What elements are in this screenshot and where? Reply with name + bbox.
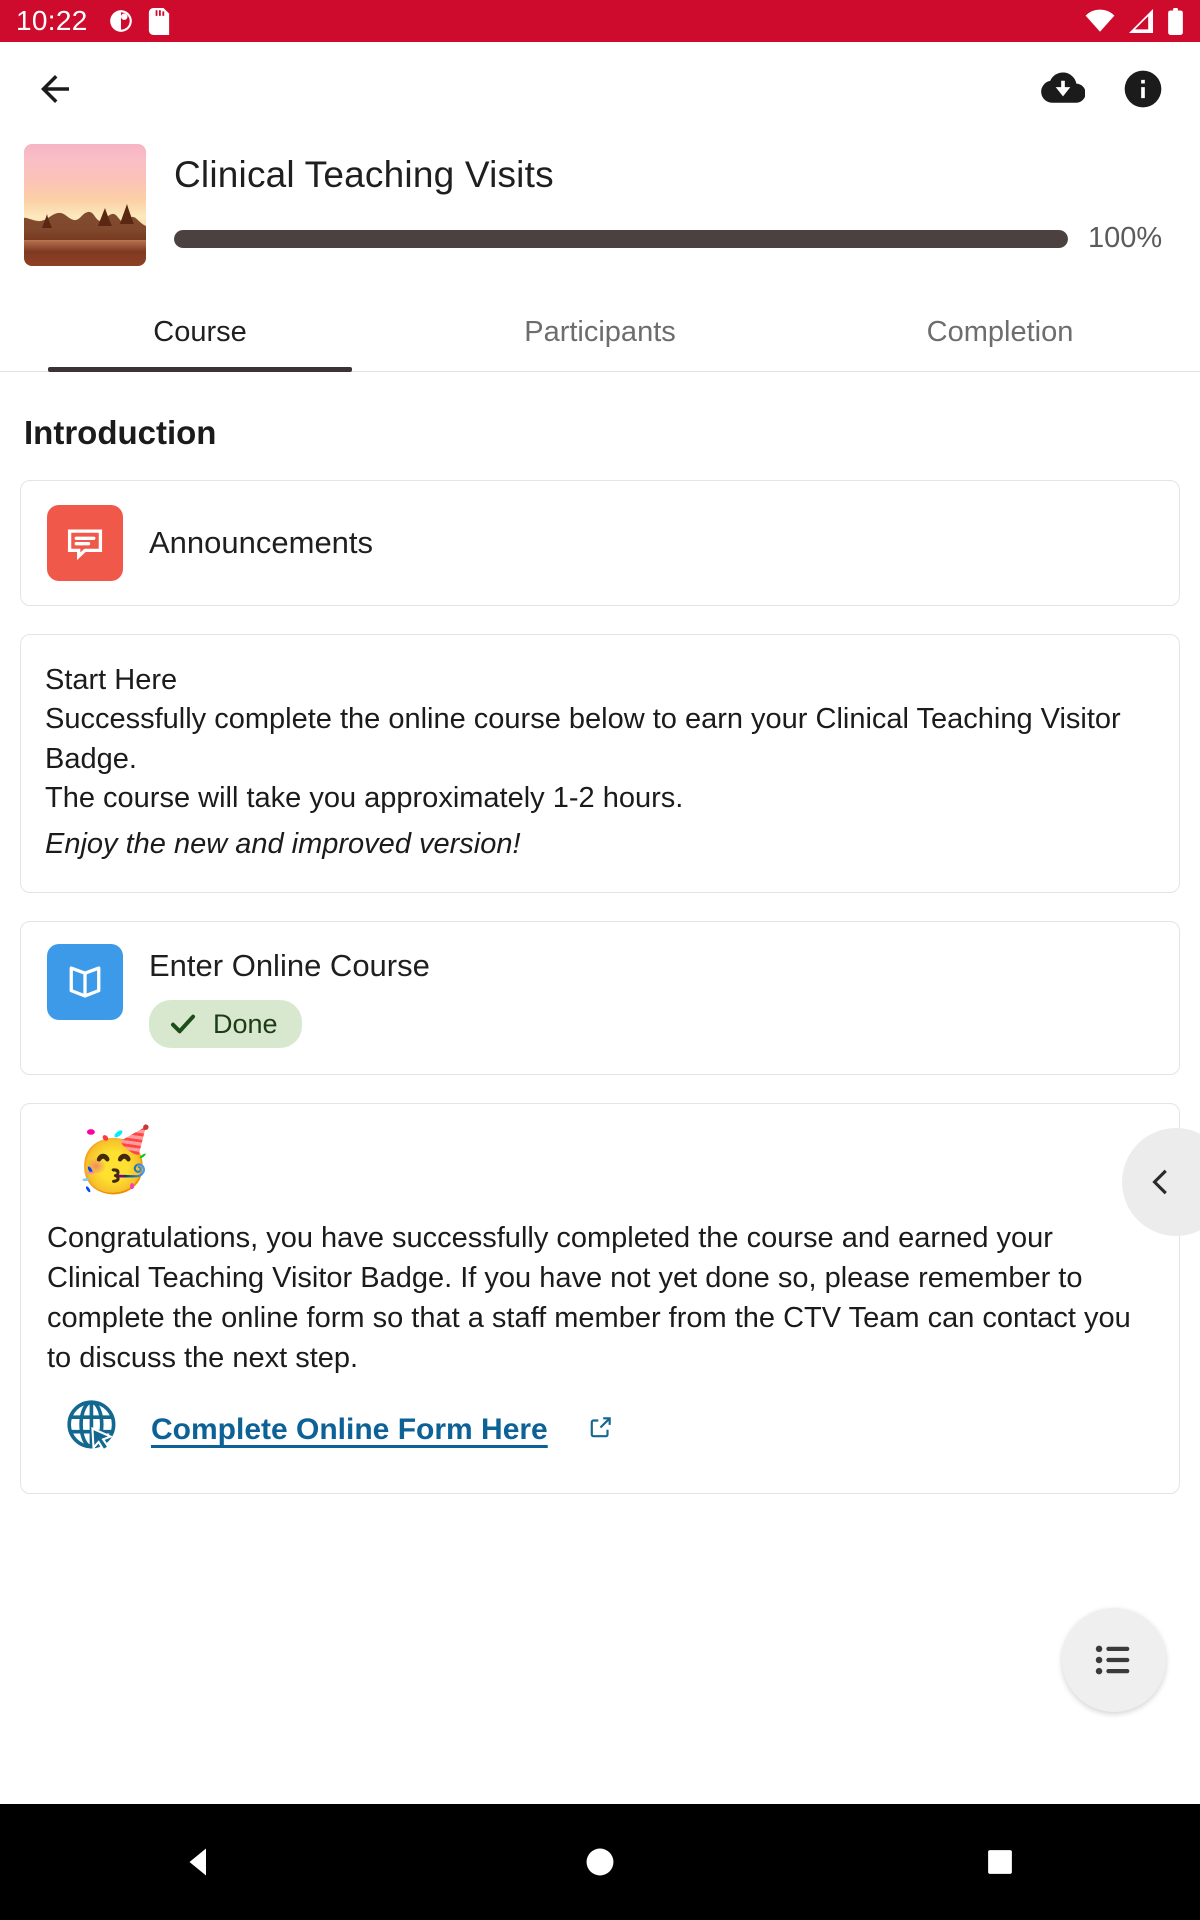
list-icon [1095,1645,1130,1675]
intro-line-enjoy: Enjoy the new and improved version! [45,827,521,860]
status-bar: 10:22 [0,0,1200,42]
congratulations-text: Congratulations, you have successfully c… [47,1222,1131,1375]
course-progress: 100% [174,222,1176,255]
section-heading-introduction: Introduction [24,414,217,451]
tab-participants[interactable]: Participants [400,300,800,371]
download-button[interactable] [1034,60,1092,118]
complete-online-form-link[interactable]: Complete Online Form Here [151,1413,548,1447]
android-nav-bar [0,1804,1200,1920]
do-not-disturb-icon [108,8,134,34]
nav-home-button[interactable] [540,1845,660,1879]
course-header: Clinical Teaching Visits 100% [0,136,1200,266]
announcements-card[interactable]: Announcements [20,480,1180,606]
enter-online-course-card[interactable]: Enter Online Course Done [20,921,1180,1076]
forum-icon [47,505,123,581]
status-bar-clock: 10:22 [16,5,88,36]
info-button[interactable] [1114,60,1172,118]
battery-icon [1167,7,1184,35]
sd-card-icon [148,7,170,35]
intro-line-duration: The course will take you approximately 1… [45,782,684,815]
back-button[interactable] [28,62,82,116]
wifi-icon [1085,9,1115,33]
app-bar [0,42,1200,136]
congratulations-card: 🥳 Congratulations, you have successfully… [20,1103,1180,1495]
enter-online-course-label: Enter Online Course [149,948,430,984]
globe-cursor-icon [63,1396,125,1463]
course-index-fab[interactable] [1062,1608,1166,1712]
progress-track [174,229,1068,248]
progress-fill [174,229,1068,248]
square-recents-icon [988,1850,1012,1874]
phone-screen: 10:22 Clinical Teaching Visits 100% Cour… [0,0,1200,1920]
external-link-icon [588,1414,614,1445]
triangle-back-icon [189,1848,206,1876]
tab-bar: Course Participants Completion [0,300,1200,372]
circle-home-icon [586,1848,614,1876]
tab-completion[interactable]: Completion [800,300,1200,371]
status-badge-label: Done [213,1008,278,1039]
cellular-signal-icon [1127,9,1155,33]
intro-text-card: Start Here Successfully complete the onl… [20,634,1180,894]
intro-line-badge: Successfully complete the online course … [45,703,1121,775]
status-badge-done: Done [149,1000,302,1049]
progress-percent-label: 100% [1088,222,1163,254]
course-title: Clinical Teaching Visits [174,154,554,195]
chevron-left-icon [1152,1169,1167,1195]
check-icon [171,1014,195,1034]
nav-recents-button[interactable] [940,1847,1060,1877]
announcements-label: Announcements [149,525,374,560]
course-content: Introduction Announcements Start Here Su… [0,372,1200,1495]
nav-back-button[interactable] [140,1844,260,1880]
party-face-emoji: 🥳 [75,1126,153,1196]
course-thumbnail [24,144,146,266]
tab-course[interactable]: Course [0,300,400,372]
intro-line-start-here: Start Here [45,664,178,696]
online-form-link-row[interactable]: Complete Online Form Here [47,1396,1153,1463]
book-icon [47,944,123,1021]
